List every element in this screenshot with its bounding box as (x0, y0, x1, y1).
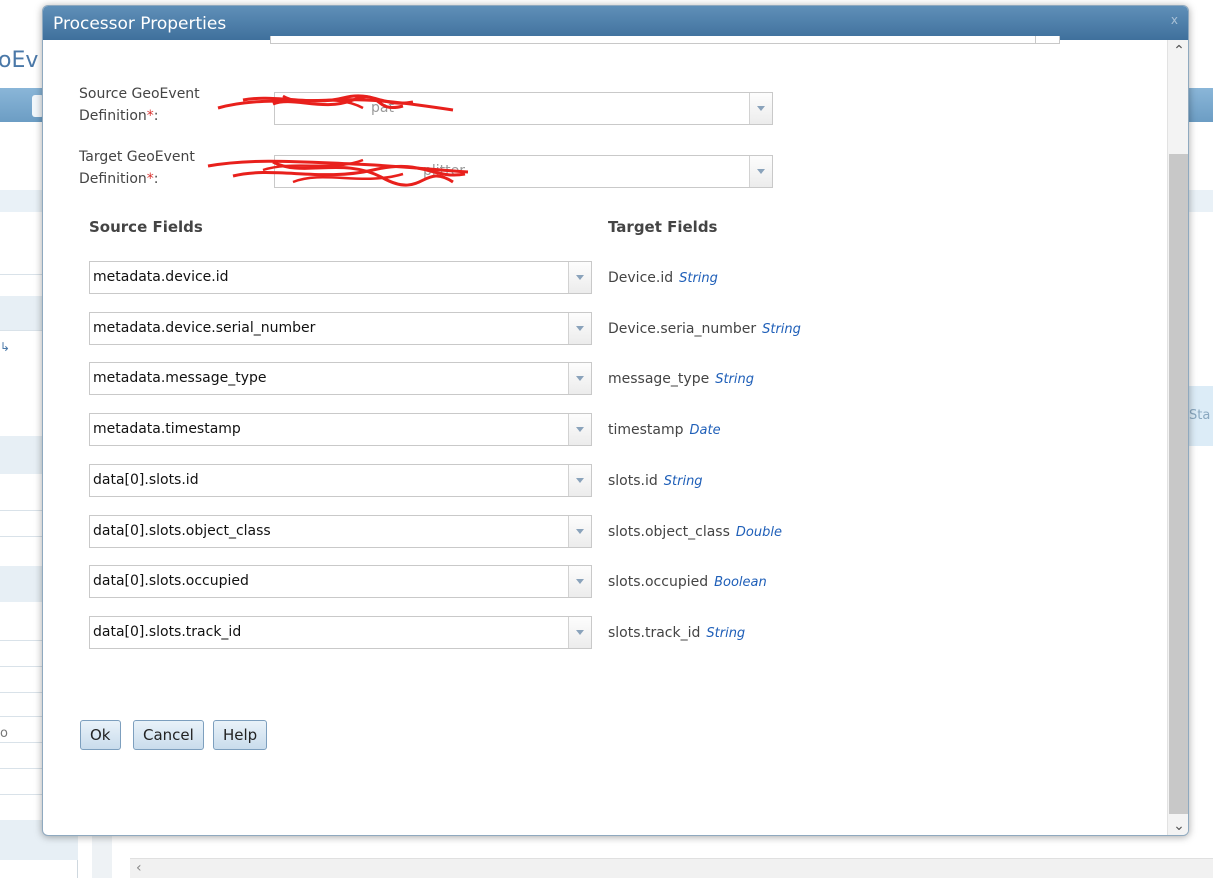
source-fields-header: Source Fields (89, 218, 203, 236)
chevron-down-icon[interactable] (749, 156, 772, 187)
source-field-select[interactable]: data[0].slots.occupied (89, 565, 592, 598)
target-field-name: slots.track_id (608, 625, 701, 641)
target-field-type: Double (735, 525, 782, 540)
scrollbar-thumb[interactable] (1169, 154, 1188, 814)
chevron-down-icon[interactable] (568, 566, 591, 597)
help-button[interactable]: Help (213, 720, 268, 750)
target-field-name: Device.seria_number (608, 321, 757, 337)
target-field-type: Date (689, 423, 721, 438)
target-definition-label: Target GeoEvent Definition*: (79, 146, 195, 190)
target-fields-header: Target Fields (608, 218, 718, 236)
chevron-down-icon[interactable] (568, 516, 591, 547)
required-marker: * (146, 171, 154, 187)
right-panel-text-fragment: Sta (1189, 408, 1211, 423)
chevron-down-icon[interactable] (568, 363, 591, 394)
label-suffix: : (153, 108, 159, 124)
target-field-name: Device.id (608, 270, 674, 286)
source-field-select[interactable]: metadata.device.serial_number (89, 312, 592, 345)
target-field-name: slots.id (608, 473, 658, 489)
close-icon[interactable]: x (1171, 13, 1178, 27)
dialog-titlebar[interactable]: Processor Properties x (43, 6, 1188, 40)
chevron-down-icon[interactable] (568, 262, 591, 293)
link-arrow-icon[interactable]: ↳ (0, 340, 10, 354)
ok-button[interactable]: Ok (80, 720, 121, 750)
source-field-select[interactable]: data[0].slots.id (89, 464, 592, 497)
target-definition-label-line2: Definition (79, 171, 147, 187)
source-definition-select[interactable]: pat (274, 92, 773, 125)
source-field-select[interactable]: metadata.message_type (89, 362, 592, 395)
vertical-scrollbar[interactable]: ⌃ ⌄ (1167, 40, 1188, 835)
target-definition-select[interactable]: plitter (274, 155, 773, 188)
target-field-name: message_type (608, 371, 710, 387)
source-field-select[interactable]: data[0].slots.track_id (89, 616, 592, 649)
target-field-type: String (762, 322, 801, 337)
source-field-value: metadata.device.serial_number (93, 320, 316, 336)
scroll-down-icon[interactable]: ⌄ (1168, 815, 1188, 835)
processor-properties-dialog: Processor Properties x Source GeoEvent D… (42, 5, 1189, 836)
chevron-down-icon[interactable] (568, 414, 591, 445)
chevron-down-icon[interactable] (749, 93, 772, 124)
target-field-name: slots.occupied (608, 574, 709, 590)
horizontal-scrollbar[interactable] (130, 858, 1213, 878)
target-field-type: String (679, 271, 718, 286)
target-field-type: String (715, 372, 754, 387)
target-field-name: timestamp (608, 422, 684, 438)
previous-field-stub-divider (1035, 36, 1036, 44)
target-field-name: slots.object_class (608, 524, 730, 540)
source-field-value: metadata.timestamp (93, 421, 241, 437)
target-definition-label-line1: Target GeoEvent (79, 149, 195, 165)
cancel-button[interactable]: Cancel (133, 720, 204, 750)
app-title-fragment: oEv (0, 48, 39, 73)
source-definition-label-line1: Source GeoEvent (79, 86, 200, 102)
source-field-value: data[0].slots.occupied (93, 573, 249, 589)
resize-grip-icon: … (96, 872, 104, 878)
source-field-value: metadata.message_type (93, 370, 267, 386)
source-definition-label-line2: Definition (79, 108, 147, 124)
source-field-value: data[0].slots.id (93, 472, 199, 488)
target-field-type: String (706, 626, 746, 641)
target-field: timestamp Date (608, 422, 721, 438)
source-field-select[interactable]: data[0].slots.object_class (89, 515, 592, 548)
source-field-value: metadata.device.id (93, 269, 229, 285)
dialog-content: Source GeoEvent Definition*: pat Target … (43, 36, 1167, 835)
source-field-select[interactable]: metadata.device.id (89, 261, 592, 294)
sidebar-text-fragment: o (0, 726, 8, 741)
required-marker: * (146, 108, 154, 124)
source-definition-label: Source GeoEvent Definition*: (79, 83, 200, 127)
source-definition-value: pat (371, 100, 394, 116)
dialog-title: Processor Properties (53, 14, 227, 34)
chevron-down-icon[interactable] (568, 465, 591, 496)
scroll-up-icon[interactable]: ⌃ (1168, 40, 1188, 62)
target-definition-value: plitter (423, 163, 466, 179)
target-field-type: Boolean (714, 575, 767, 590)
target-field: Device.id String (608, 270, 718, 286)
target-field: slots.id String (608, 473, 703, 489)
target-field: Device.seria_number String (608, 321, 801, 337)
source-field-select[interactable]: metadata.timestamp (89, 413, 592, 446)
scroll-left-icon[interactable]: ‹ (136, 860, 142, 876)
target-field: message_type String (608, 371, 754, 387)
label-suffix: : (153, 171, 159, 187)
target-field: slots.object_class Double (608, 524, 782, 540)
previous-field-stub (270, 36, 1060, 44)
source-field-value: data[0].slots.object_class (93, 523, 271, 539)
chevron-down-icon[interactable] (568, 617, 591, 648)
target-field: slots.track_id String (608, 625, 745, 641)
target-field-type: String (663, 474, 703, 489)
chevron-down-icon[interactable] (568, 313, 591, 344)
source-field-value: data[0].slots.track_id (93, 624, 242, 640)
target-field: slots.occupied Boolean (608, 574, 767, 590)
